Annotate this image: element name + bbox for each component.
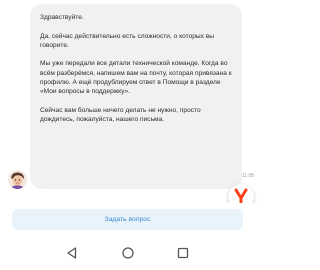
ask-question-button[interactable]: Задать вопрос — [12, 209, 243, 230]
message-paragraph-details: Мы уже передали все детали технической к… — [40, 60, 232, 96]
support-agent-avatar — [8, 170, 27, 189]
back-triangle-icon — [67, 247, 77, 259]
message-timestamp: 11:05 — [242, 173, 255, 179]
home-button[interactable] — [121, 246, 135, 260]
chat-area: Здравствуйте. Да, сейчас действительно е… — [0, 0, 255, 203]
recent-apps-button[interactable] — [176, 246, 190, 260]
message-paragraph-wait: Сейчас вам больше ничего делать не нужно… — [40, 106, 201, 124]
ask-question-bar: Задать вопрос — [0, 203, 255, 236]
support-message-bubble: Здравствуйте. Да, сейчас действительно е… — [30, 4, 242, 189]
message-paragraph-acknowledge: Да, сейчас действительно есть сложности,… — [40, 32, 215, 49]
home-circle-icon — [122, 247, 134, 259]
message-paragraph-greeting: Здравствуйте. — [40, 14, 84, 21]
system-navigation-bar — [0, 236, 255, 270]
recent-apps-square-icon — [177, 247, 189, 259]
back-button[interactable] — [65, 246, 79, 260]
